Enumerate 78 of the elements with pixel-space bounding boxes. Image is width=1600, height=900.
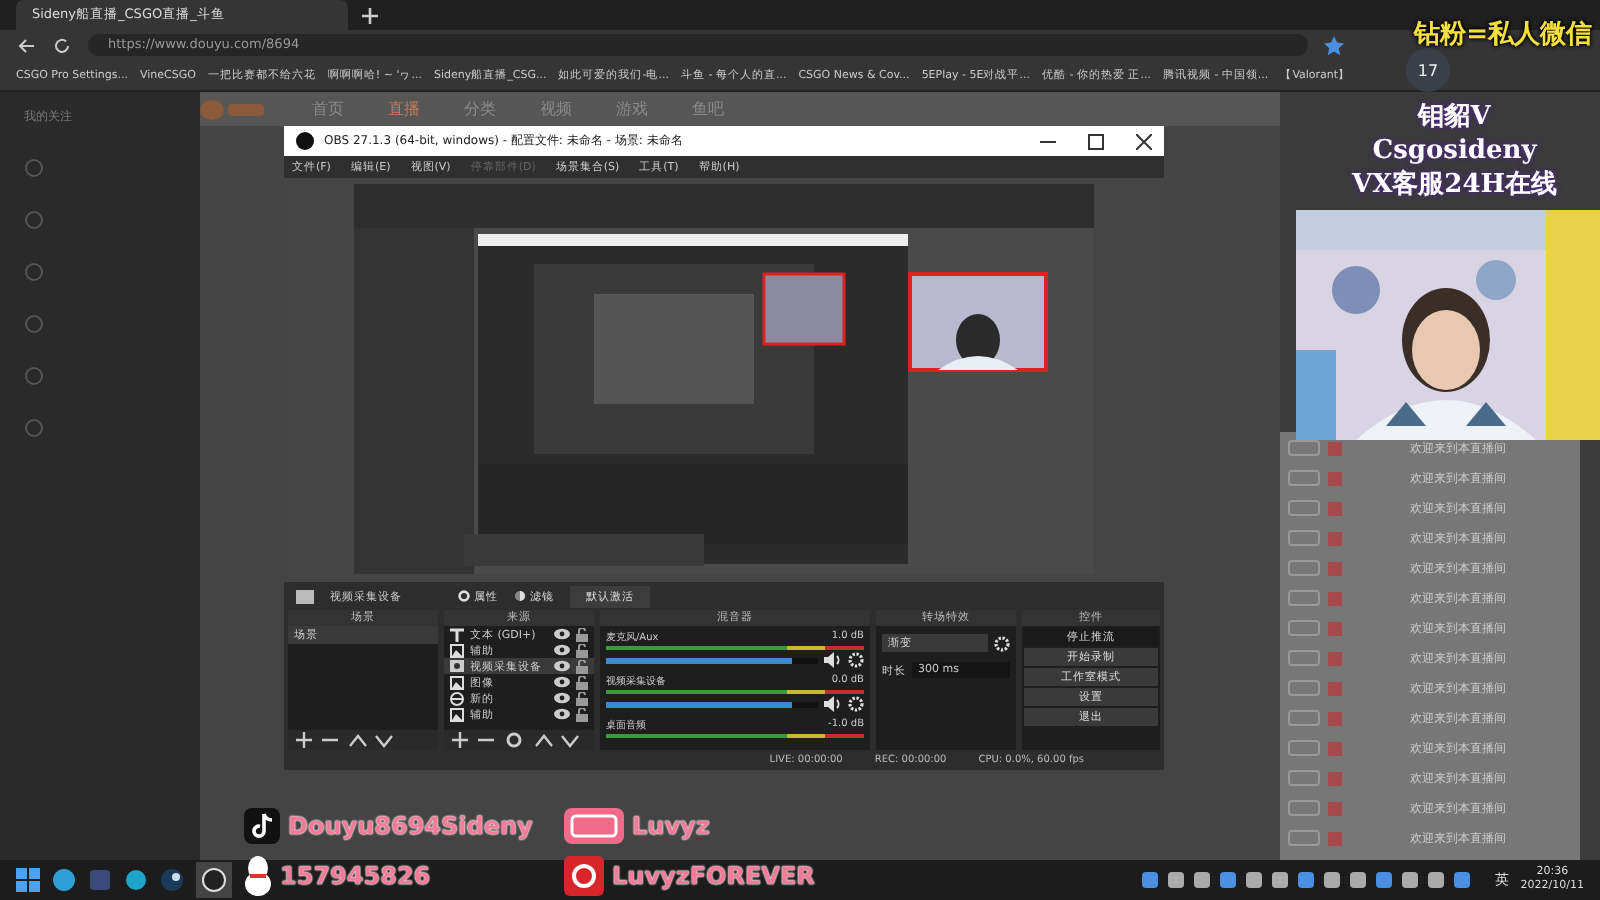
fan-badge	[1328, 771, 1342, 785]
music-app-icon	[564, 856, 604, 896]
windows-icon[interactable]	[16, 868, 40, 892]
fan-badge	[1328, 441, 1342, 455]
level-badge	[1288, 530, 1320, 546]
lock-icon[interactable]	[576, 659, 588, 673]
overlay-text: 钼貂V	[1418, 100, 1491, 134]
app-icon[interactable]	[124, 868, 148, 892]
obs-icon	[296, 132, 314, 150]
level-badge	[1288, 710, 1320, 726]
level-badge	[1288, 800, 1320, 816]
fan-badge	[1328, 561, 1342, 575]
level-badge	[1288, 620, 1320, 636]
gear-icon[interactable]	[848, 696, 864, 712]
tv-icon	[564, 808, 624, 844]
overlay-text: VX客服24H在线	[1352, 168, 1558, 202]
gear-icon[interactable]	[994, 635, 1010, 651]
obs-icon[interactable]	[196, 862, 232, 898]
fan-badge	[1328, 591, 1342, 605]
level-badge	[1288, 560, 1320, 576]
image-icon	[450, 643, 464, 657]
lock-icon[interactable]	[576, 643, 588, 657]
social-handle: Douyu8694Sideny	[288, 812, 533, 840]
music-note-icon	[244, 808, 280, 844]
gear-icon[interactable]	[848, 652, 864, 668]
level-badge	[1288, 650, 1320, 666]
eye-icon[interactable]	[554, 628, 570, 640]
fan-badge	[1328, 681, 1342, 695]
level-badge	[1288, 740, 1320, 756]
social-handle: 157945826	[280, 862, 431, 890]
volume-slider[interactable]	[606, 657, 818, 663]
fan-badge	[1328, 621, 1342, 635]
overlay-text: Csgosideny	[1372, 134, 1537, 168]
eye-icon[interactable]	[554, 708, 570, 720]
filter-icon	[514, 590, 526, 602]
fan-badge	[1328, 831, 1342, 845]
camera-icon	[296, 589, 314, 603]
level-badge	[1288, 470, 1320, 486]
level-badge	[1288, 500, 1320, 516]
speaker-icon[interactable]	[824, 696, 842, 712]
level-badge	[1288, 830, 1320, 846]
camera-icon	[450, 660, 464, 672]
level-badge	[1288, 770, 1320, 786]
social-handle: Luvyz	[632, 812, 710, 840]
image-icon	[450, 675, 464, 689]
fan-badge	[1328, 801, 1342, 815]
volume-slider[interactable]	[606, 701, 818, 707]
fan-badge	[1328, 741, 1342, 755]
new-tab-icon[interactable]	[360, 5, 380, 25]
globe-icon	[450, 691, 464, 705]
speaker-icon[interactable]	[824, 652, 842, 668]
eye-icon[interactable]	[554, 644, 570, 656]
overlay-title: 钻粉=私人微信	[1414, 18, 1592, 52]
fan-badge	[1328, 531, 1342, 545]
maximize-icon[interactable]	[1088, 133, 1104, 149]
eye-icon[interactable]	[554, 660, 570, 672]
fan-badge	[1328, 501, 1342, 515]
text-icon	[450, 627, 464, 641]
close-icon[interactable]	[1136, 133, 1152, 149]
fan-badge	[1328, 651, 1342, 665]
social-handle: LuvyzFOREVER	[612, 862, 815, 890]
lock-icon[interactable]	[576, 627, 588, 641]
steam-icon[interactable]	[160, 868, 184, 892]
star-icon[interactable]	[1324, 35, 1344, 55]
lock-icon[interactable]	[576, 707, 588, 721]
lock-icon[interactable]	[576, 675, 588, 689]
back-icon[interactable]	[16, 35, 36, 55]
lock-icon[interactable]	[576, 691, 588, 705]
fan-badge	[1328, 711, 1342, 725]
gear-icon	[458, 590, 470, 602]
image-icon	[450, 707, 464, 721]
eye-icon[interactable]	[554, 676, 570, 688]
eye-icon[interactable]	[554, 692, 570, 704]
browser-icon[interactable]	[52, 868, 76, 892]
level-badge	[1288, 590, 1320, 606]
reload-icon[interactable]	[52, 35, 72, 55]
fan-badge	[1328, 471, 1342, 485]
level-badge	[1288, 680, 1320, 696]
